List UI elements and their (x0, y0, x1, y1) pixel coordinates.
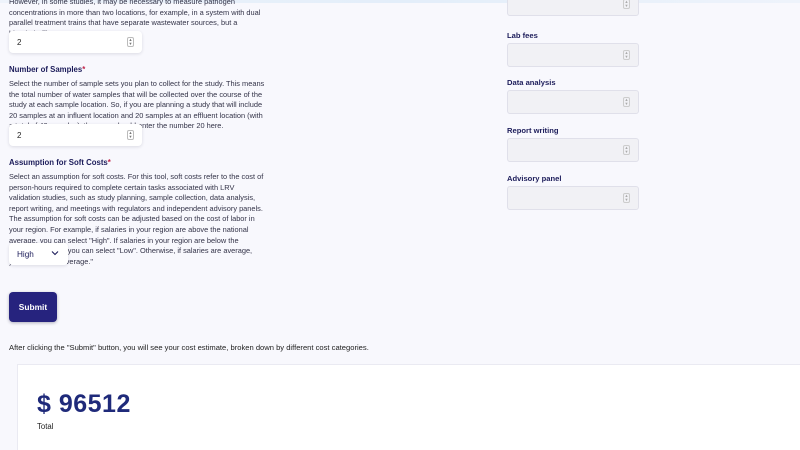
breakdown-field-top[interactable]: ▲ ▼ (507, 0, 639, 16)
locations-value: 2 (17, 37, 22, 47)
required-mark: * (82, 65, 86, 74)
lab-fees-field[interactable]: ▲ ▼ (507, 43, 639, 67)
total-value: $ 96512 (37, 390, 131, 418)
soft-costs-select[interactable]: High (9, 243, 68, 265)
report-writing-label: Report writing (507, 126, 559, 135)
samples-label-text: Number of Samples (9, 65, 83, 74)
after-submit-text: After clicking the "Submit" button, you … (9, 343, 369, 352)
soft-costs-selected: High (17, 249, 34, 259)
advisory-panel-field[interactable]: ▲ ▼ (507, 186, 639, 210)
spinner-arrows-icon[interactable]: ▲ ▼ (623, 0, 630, 9)
data-analysis-field[interactable]: ▲ ▼ (507, 90, 639, 114)
spinner-arrows-icon[interactable]: ▲ ▼ (623, 97, 630, 107)
spinner-arrows-icon[interactable]: ▲ ▼ (127, 37, 134, 47)
chevron-down-icon (51, 251, 59, 256)
submit-button[interactable]: Submit (9, 292, 57, 322)
spinner-arrows-icon[interactable]: ▲ ▼ (623, 145, 630, 155)
samples-label: Number of Samples* (9, 65, 85, 74)
result-card: $ 96512 Total (17, 364, 800, 450)
spinner-arrows-icon[interactable]: ▲ ▼ (623, 50, 630, 60)
data-analysis-label: Data analysis (507, 78, 556, 87)
required-mark: * (107, 158, 111, 167)
total-label: Total (37, 422, 54, 431)
spinner-arrows-icon[interactable]: ▲ ▼ (127, 130, 134, 140)
soft-costs-label-text: Assumption for Soft Costs (9, 158, 108, 167)
spinner-arrows-icon[interactable]: ▲ ▼ (623, 193, 630, 203)
lab-fees-label: Lab fees (507, 31, 538, 40)
locations-input[interactable]: 2 ▲ ▼ (9, 31, 142, 53)
samples-value: 2 (17, 130, 22, 140)
advisory-panel-label: Advisory panel (507, 174, 562, 183)
soft-costs-label: Assumption for Soft Costs* (9, 158, 111, 167)
report-writing-field[interactable]: ▲ ▼ (507, 138, 639, 162)
samples-input[interactable]: 2 ▲ ▼ (9, 124, 142, 146)
